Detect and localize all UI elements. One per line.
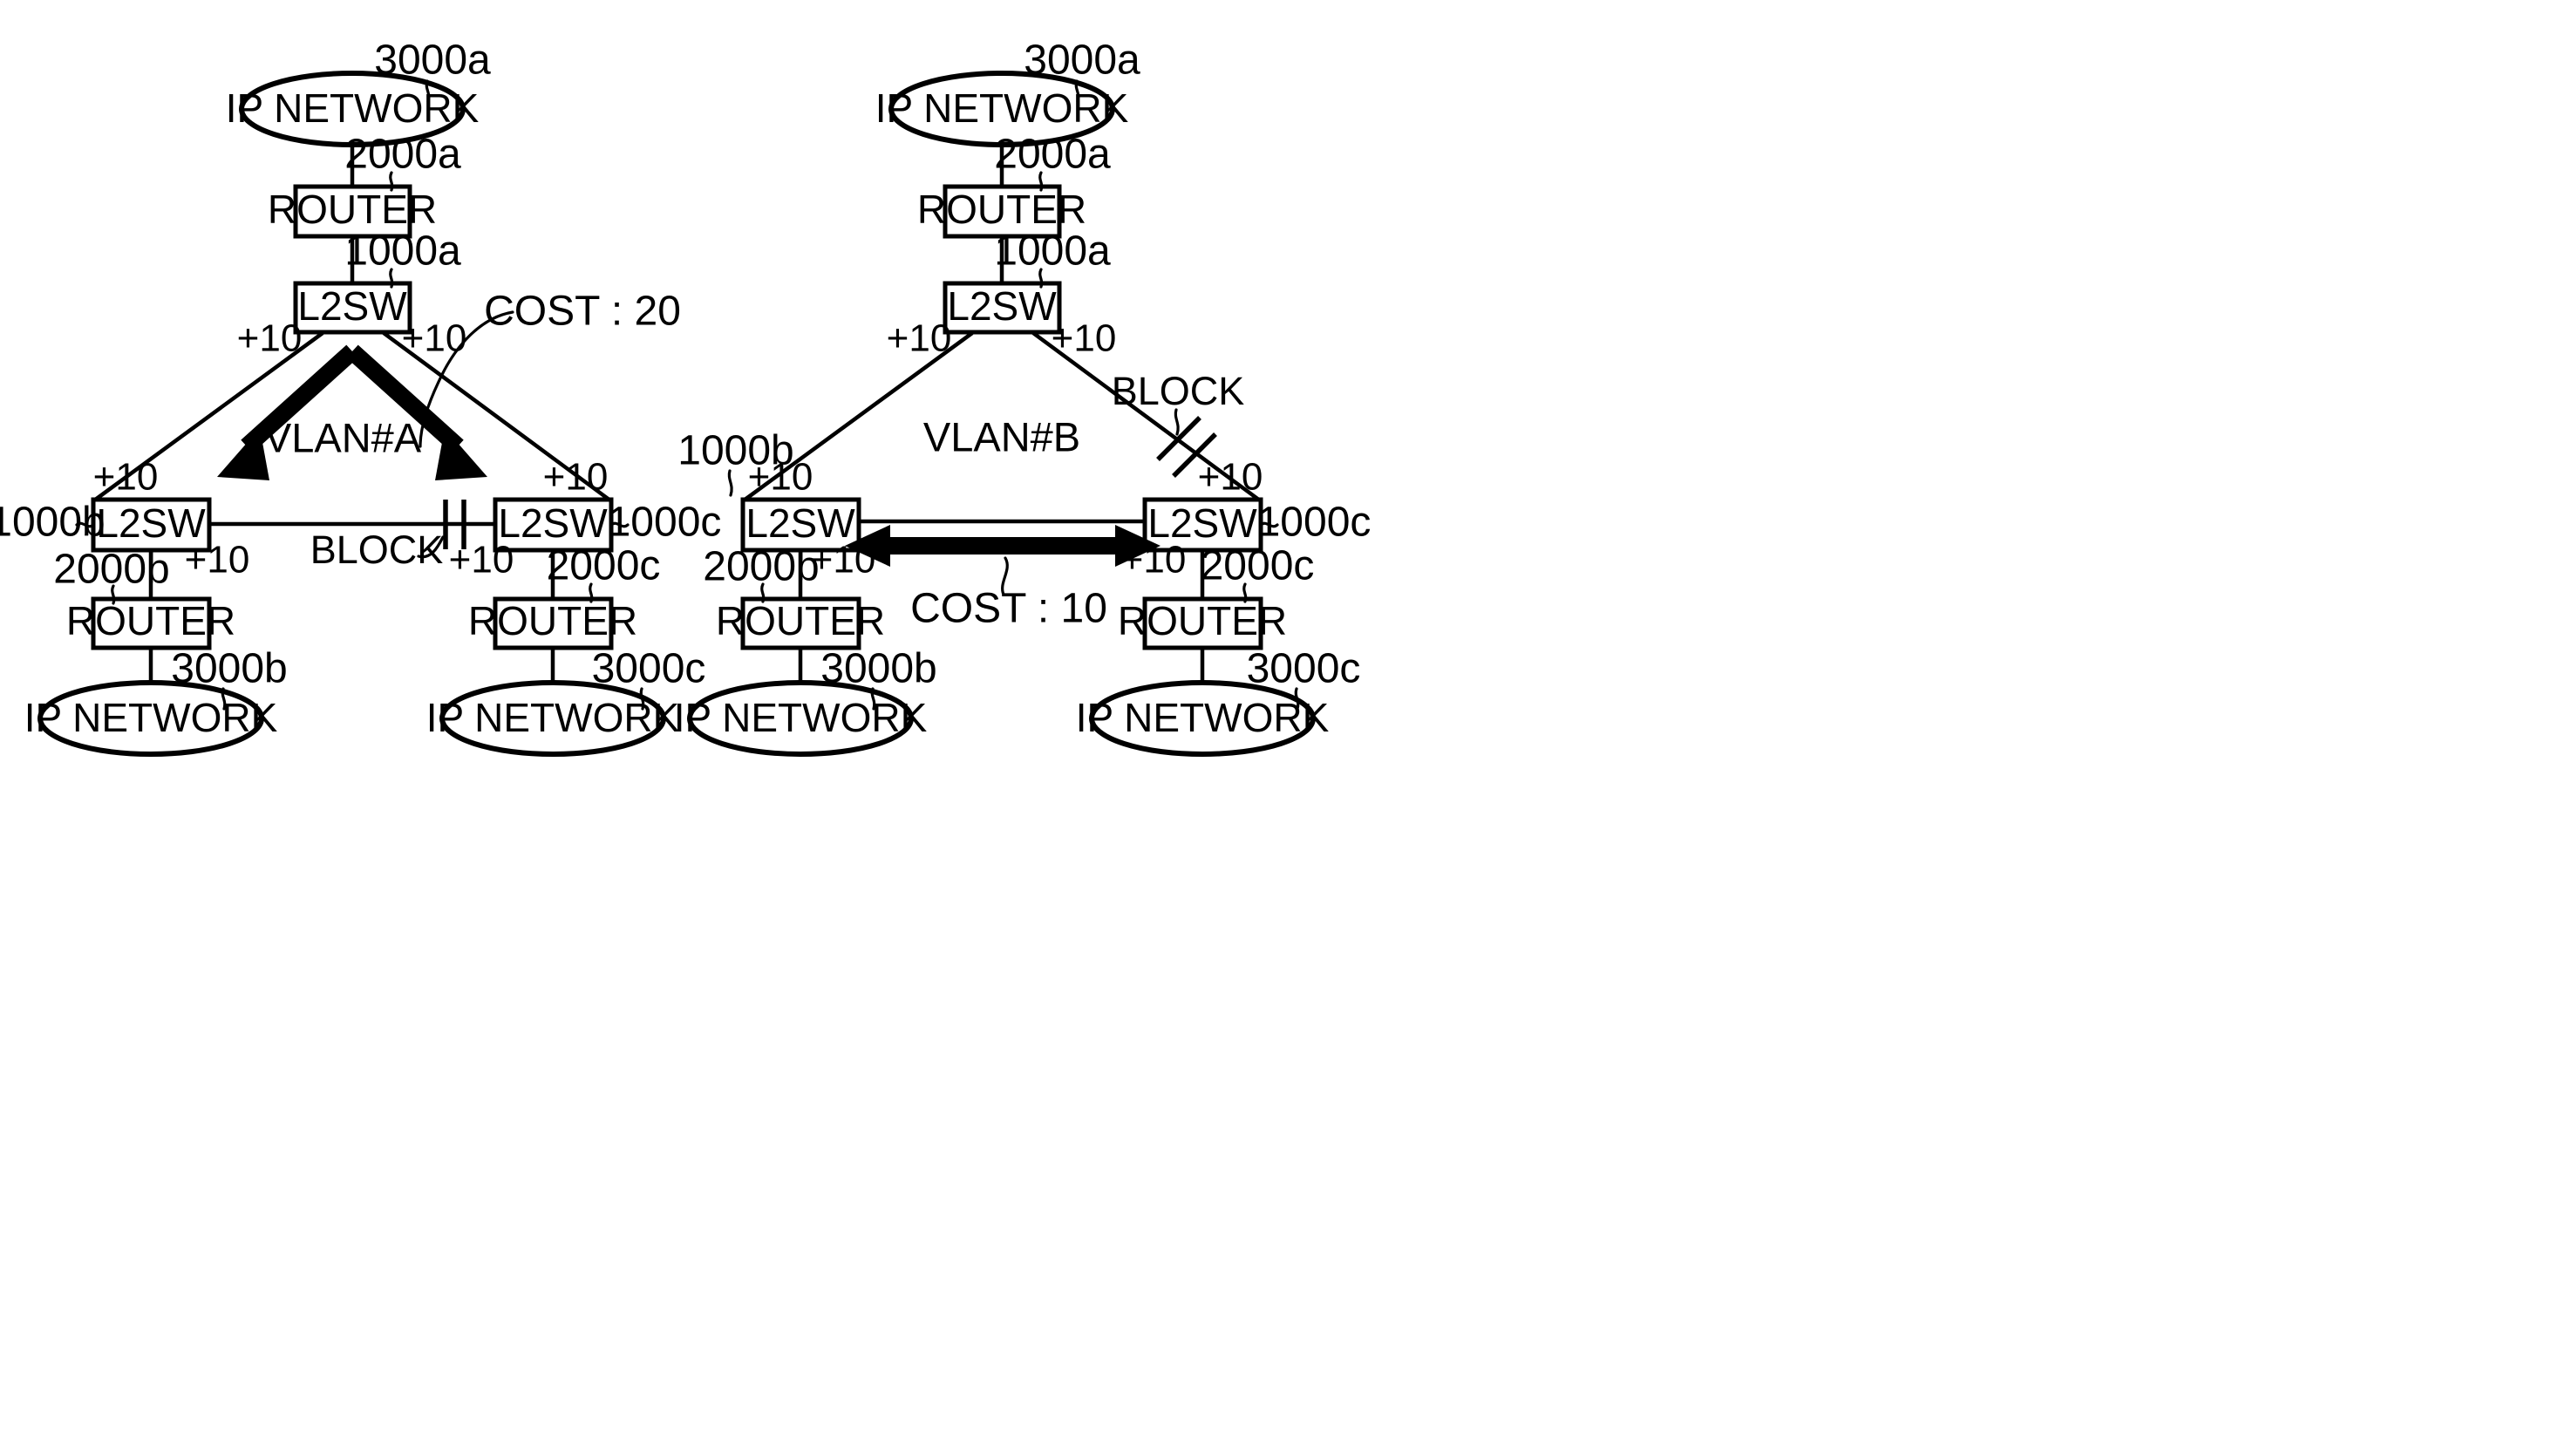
ref-2000b-right: 2000b — [703, 544, 819, 590]
leader-2000c-right — [1242, 582, 1248, 603]
label-cost-10: COST : 10 — [910, 586, 1107, 632]
leader-2000b-right — [760, 582, 766, 603]
label-l2sw-1000a: L2SW — [297, 283, 407, 329]
ref-3000b-right: 3000b — [820, 646, 936, 692]
label-router-2000b: ROUTER — [716, 598, 885, 643]
leader-1000a-right — [1038, 268, 1044, 289]
label-vlan-b: VLAN#B — [923, 413, 1080, 459]
ref-3000b-left: 3000b — [171, 646, 287, 692]
portcost-l2sw-c-up: +10 — [1198, 456, 1263, 499]
label-ipnetwork-3000b: IP NETWORK — [674, 695, 928, 740]
portcost-top-left: +10 — [887, 317, 952, 360]
ref-2000c-right: 2000c — [1201, 543, 1315, 589]
portcost-l2sw-c-up: +10 — [543, 456, 609, 499]
portcost-l2sw-b-up: +10 — [93, 456, 159, 499]
label-router-2000c: ROUTER — [1118, 598, 1287, 643]
ref-2000a-right: 2000a — [994, 132, 1111, 178]
ref-3000a-left: 3000a — [374, 37, 491, 84]
ref-1000c-right: 1000c — [1257, 500, 1372, 546]
leader-2000c-left — [589, 582, 594, 603]
label-block-left: BLOCK — [310, 527, 444, 572]
portcost-top-right: +10 — [1052, 317, 1117, 360]
label-ipnetwork-3000c: IP NETWORK — [1076, 695, 1330, 740]
ref-2000a-left: 2000a — [344, 132, 461, 178]
label-ipnetwork-3000a: IP NETWORK — [226, 85, 480, 131]
label-block-right: BLOCK — [1112, 369, 1245, 413]
portcost-l2sw-b-up: +10 — [748, 456, 813, 499]
label-l2sw-1000c: L2SW — [498, 500, 608, 546]
ref-1000a-left: 1000a — [344, 228, 461, 275]
label-ipnetwork-3000b: IP NETWORK — [24, 695, 278, 740]
leader-1000a-left — [389, 268, 394, 289]
label-l2sw-1000a: L2SW — [947, 283, 1057, 329]
ref-3000c-right: 3000c — [1247, 646, 1361, 692]
network-diagram-figure: IP NETWORK 3000a ROUTER 2000a L2SW 1000a… — [0, 0, 2573, 1456]
label-ipnetwork-3000a: IP NETWORK — [875, 85, 1129, 131]
portcost-l2sw-b-right: +10 — [185, 539, 250, 582]
label-router-2000c: ROUTER — [468, 598, 637, 643]
portcost-l2sw-c-left: +10 — [449, 539, 514, 582]
ref-1000c-left: 1000c — [608, 500, 722, 546]
portcost-top-right: +10 — [402, 317, 467, 360]
leader-2000b-left — [111, 584, 116, 605]
label-vlan-a: VLAN#A — [264, 414, 422, 460]
ref-3000a-right: 3000a — [1024, 37, 1140, 84]
leader-2000a-left — [389, 171, 394, 192]
ref-2000c-left: 2000c — [547, 543, 661, 589]
leader-2000a-right — [1038, 171, 1044, 192]
diagram-final-layer: IP NETWORK 3000a ROUTER 2000a L2SW 1000a… — [0, 0, 2573, 1456]
ref-1000b-left: 1000b — [0, 500, 106, 546]
label-router-2000b: ROUTER — [66, 598, 235, 643]
label-router-2000a: ROUTER — [917, 187, 1086, 232]
ref-1000a-right: 1000a — [994, 228, 1111, 275]
portcost-top-left: +10 — [237, 317, 303, 360]
label-router-2000a: ROUTER — [268, 187, 437, 232]
ref-2000b-left: 2000b — [53, 547, 169, 593]
ref-3000c-left: 3000c — [592, 646, 706, 692]
